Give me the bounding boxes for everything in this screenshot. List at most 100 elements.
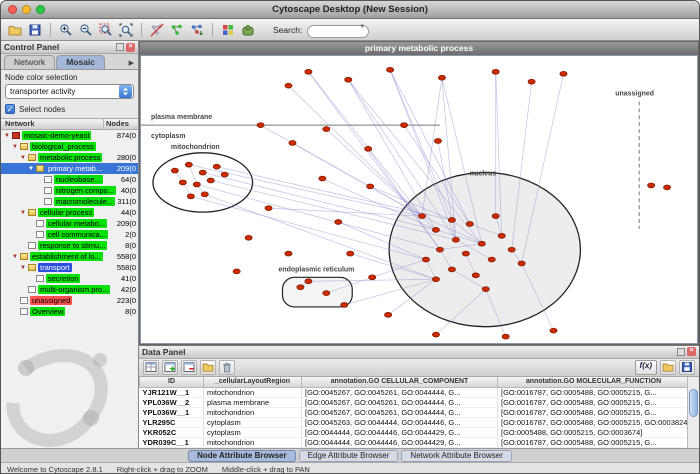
- graph-node[interactable]: [482, 287, 489, 292]
- graph-node[interactable]: [422, 257, 429, 262]
- graph-node[interactable]: [257, 123, 264, 128]
- expander-icon[interactable]: ▼: [12, 254, 20, 260]
- graph-node[interactable]: [664, 185, 671, 190]
- select-nodes-checkbox[interactable]: ✓: [5, 104, 15, 114]
- tab-edge-attribute-browser[interactable]: Edge Attribute Browser: [299, 450, 399, 462]
- graph-node[interactable]: [323, 291, 330, 296]
- zoom-in-icon[interactable]: [57, 21, 75, 39]
- graph-node[interactable]: [245, 235, 252, 240]
- graph-node[interactable]: [213, 164, 220, 169]
- table-row[interactable]: YPL036W__2plasma membrane[GO:0045267, GO…: [140, 398, 690, 408]
- graph-node[interactable]: [385, 312, 392, 317]
- graph-node[interactable]: [265, 206, 272, 211]
- zoom-out-icon[interactable]: [77, 21, 95, 39]
- tree-row[interactable]: cellular metabo...209(0: [1, 218, 138, 229]
- tree-row[interactable]: ▼cellular process44(0: [1, 207, 138, 218]
- import-network-icon[interactable]: [188, 21, 206, 39]
- graph-node[interactable]: [434, 138, 441, 143]
- graph-node[interactable]: [448, 267, 455, 272]
- graph-node[interactable]: [369, 275, 376, 280]
- hide-selected-icon[interactable]: [148, 21, 166, 39]
- graph-edge[interactable]: [269, 208, 422, 216]
- table-column-header[interactable]: _cellularLayoutRegion: [204, 377, 302, 388]
- graph-node[interactable]: [648, 183, 655, 188]
- expander-icon[interactable]: ▼: [4, 133, 12, 139]
- search-combo-arrow-icon[interactable]: ▼: [359, 24, 365, 30]
- tab-network-attribute-browser[interactable]: Network Attribute Browser: [401, 450, 511, 462]
- create-attribute-icon[interactable]: [162, 360, 178, 375]
- graph-node[interactable]: [462, 251, 469, 256]
- graph-node[interactable]: [560, 71, 567, 76]
- tree-row[interactable]: nitrogen compo...40(0: [1, 185, 138, 196]
- graph-node[interactable]: [289, 140, 296, 145]
- tree-row[interactable]: ▼biological_process: [1, 141, 138, 152]
- graph-node[interactable]: [438, 75, 445, 80]
- graph-node[interactable]: [472, 273, 479, 278]
- table-row[interactable]: YLR295Ccytoplasm[GO:0045263, GO:0044444,…: [140, 418, 690, 428]
- expander-icon[interactable]: ▼: [20, 155, 28, 161]
- tree-row[interactable]: response to stimu...8(0: [1, 240, 138, 251]
- expander-icon[interactable]: ▼: [28, 166, 36, 172]
- graph-node[interactable]: [171, 168, 178, 173]
- graph-node[interactable]: [432, 277, 439, 282]
- graph-node[interactable]: [285, 83, 292, 88]
- vizmapper-icon[interactable]: [219, 21, 237, 39]
- tree-row[interactable]: macromolecule...311(0: [1, 196, 138, 207]
- graph-node[interactable]: [418, 214, 425, 219]
- graph-node[interactable]: [201, 192, 208, 197]
- create-network-from-selection-icon[interactable]: [168, 21, 186, 39]
- tree-row[interactable]: Overview8(0: [1, 306, 138, 317]
- graph-node[interactable]: [199, 170, 206, 175]
- graph-node[interactable]: [187, 194, 194, 199]
- graph-node[interactable]: [466, 221, 473, 226]
- graph-node[interactable]: [179, 180, 186, 185]
- graph-node[interactable]: [387, 67, 394, 72]
- graph-node[interactable]: [528, 79, 535, 84]
- expander-icon[interactable]: ▼: [20, 210, 28, 216]
- graph-node[interactable]: [478, 241, 485, 246]
- graph-node[interactable]: [323, 127, 330, 132]
- tree-row[interactable]: unassigned223(0: [1, 295, 138, 306]
- graph-node[interactable]: [492, 214, 499, 219]
- network-view-title[interactable]: primary metabolic process: [140, 42, 698, 55]
- delete-row-icon[interactable]: [219, 360, 235, 375]
- table-column-header[interactable]: ID: [140, 377, 204, 388]
- plugin-manager-icon[interactable]: [239, 21, 257, 39]
- tree-row[interactable]: cell communica...2(0: [1, 229, 138, 240]
- graph-node[interactable]: [305, 69, 312, 74]
- select-attributes-icon[interactable]: [143, 360, 159, 375]
- tab-mosaic[interactable]: Mosaic: [56, 55, 105, 69]
- minimize-window-icon[interactable]: [22, 5, 31, 14]
- table-column-header[interactable]: annotation.GO MOLECULAR_FUNCTION: [498, 377, 690, 388]
- graph-node[interactable]: [305, 279, 312, 284]
- tree-row[interactable]: ▼transport558(0: [1, 262, 138, 273]
- graph-edge[interactable]: [308, 72, 422, 216]
- graph-node[interactable]: [432, 227, 439, 232]
- tree-row[interactable]: nucleobase...64(0: [1, 174, 138, 185]
- float-panel-icon[interactable]: [677, 348, 685, 356]
- table-scrollbar[interactable]: [687, 377, 699, 449]
- graph-node[interactable]: [508, 247, 515, 252]
- window-titlebar[interactable]: Cytoscape Desktop (New Session): [1, 1, 699, 19]
- graph-node[interactable]: [193, 182, 200, 187]
- graph-node[interactable]: [233, 269, 240, 274]
- table-column-header[interactable]: annotation.GO CELLULAR_COMPONENT: [302, 377, 498, 388]
- tree-row[interactable]: secretion41(0: [1, 273, 138, 284]
- tree-row[interactable]: multi-organism pro...42(0: [1, 284, 138, 295]
- graph-node[interactable]: [488, 257, 495, 262]
- graph-node[interactable]: [452, 237, 459, 242]
- expander-icon[interactable]: ▼: [12, 144, 20, 150]
- tab-network[interactable]: Network: [4, 55, 55, 69]
- table-row[interactable]: YKR052Ccytoplasm[GO:0044444, GO:0044446,…: [140, 428, 690, 438]
- graph-edge[interactable]: [261, 125, 422, 216]
- save-session-icon[interactable]: [26, 21, 44, 39]
- tree-column-network[interactable]: Network: [1, 119, 104, 129]
- scrollbar-thumb[interactable]: [689, 389, 698, 417]
- delete-attribute-icon[interactable]: [181, 360, 197, 375]
- tree-row[interactable]: ▼mosaic-demo-yeast874(0: [1, 130, 138, 141]
- table-row[interactable]: YDR039C__1mitochondrion[GO:0044444, GO:0…: [140, 438, 690, 448]
- graph-node[interactable]: [502, 334, 509, 339]
- graph-node[interactable]: [345, 77, 352, 82]
- graph-node[interactable]: [436, 247, 443, 252]
- tab-overflow-chevron-icon[interactable]: ▶: [129, 59, 138, 69]
